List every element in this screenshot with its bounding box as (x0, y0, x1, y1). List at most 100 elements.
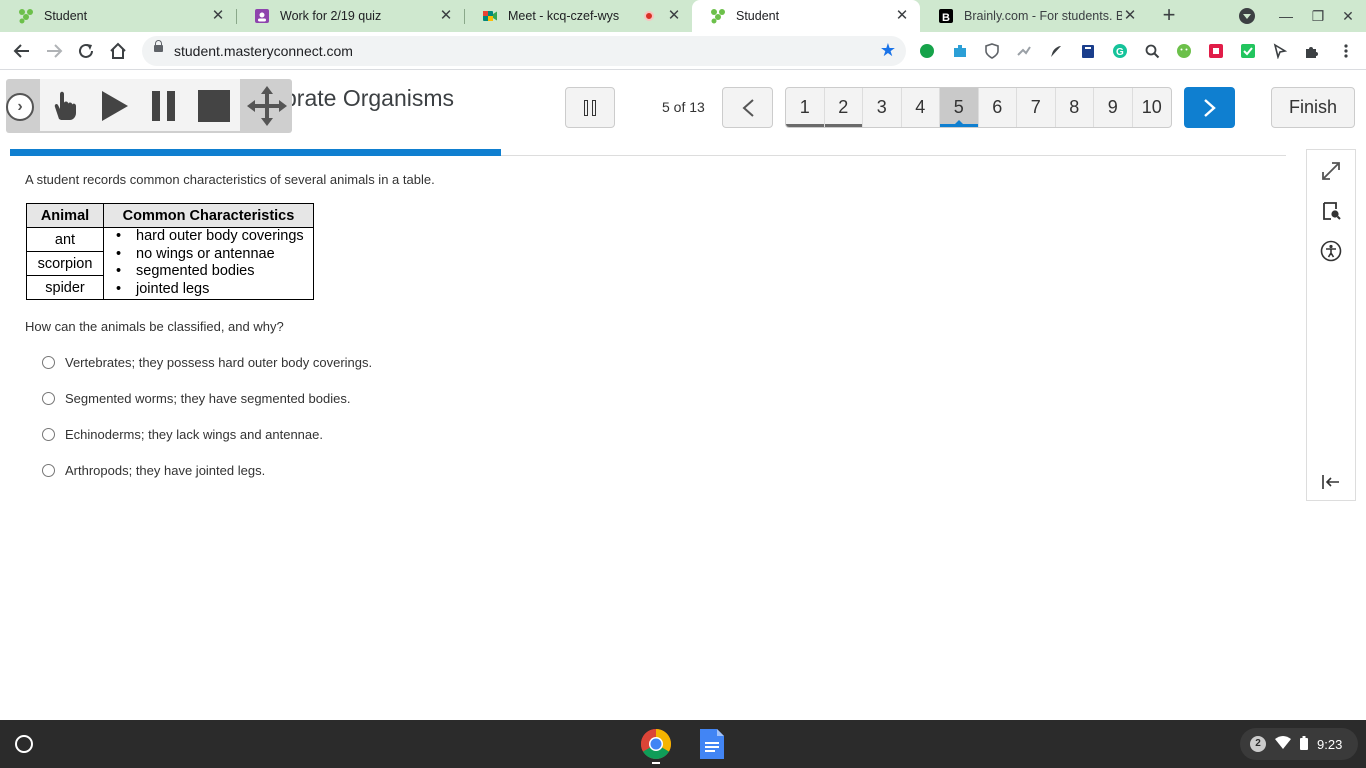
minimize-icon[interactable]: — (1276, 6, 1296, 26)
green-circle-extension-icon[interactable] (918, 42, 936, 60)
cursor-extension-icon[interactable] (1271, 42, 1289, 60)
fullscreen-expand-icon[interactable] (1319, 159, 1343, 183)
expand-chevron-icon[interactable]: › (6, 93, 34, 121)
answer-option-c[interactable]: Echinoderms; they lack wings and antenna… (42, 424, 323, 444)
tab-title: Student (736, 9, 780, 23)
tab-student-1[interactable]: Student ✕ (0, 0, 236, 32)
question-number-7[interactable]: 7 (1017, 88, 1056, 127)
quiz-page: brate Organisms › 5 of 13 1 2 3 4 5 6 7 8 9 10 (0, 71, 1366, 720)
url-text: student.masteryconnect.com (174, 43, 353, 59)
move-arrows-icon[interactable] (244, 83, 290, 129)
close-icon[interactable]: ✕ (894, 8, 910, 24)
battery-icon (1300, 735, 1308, 753)
question-progress-text: 5 of 13 (662, 99, 705, 115)
question-number-4[interactable]: 4 (902, 88, 940, 127)
magnifier-extension-icon[interactable] (1143, 42, 1161, 60)
new-tab-button[interactable]: + (1158, 4, 1180, 27)
masteryconnect-icon (710, 8, 726, 24)
question-number-3[interactable]: 3 (863, 88, 902, 127)
tab-work-quiz[interactable]: Work for 2/19 quiz ✕ (236, 0, 464, 32)
radio-button[interactable] (42, 427, 55, 441)
feather-extension-icon[interactable] (1047, 42, 1065, 60)
launcher-icon[interactable] (15, 735, 33, 753)
tab-student-active[interactable]: Student ✕ (692, 0, 920, 32)
svg-text:B: B (942, 12, 950, 24)
close-icon[interactable]: ✕ (1122, 8, 1138, 24)
characteristics-table: Animal Common Characteristics ant hard o… (26, 203, 314, 300)
forward-icon[interactable] (42, 39, 66, 63)
magnifier-tool-icon[interactable] (1319, 199, 1343, 223)
close-window-icon[interactable]: ✕ (1338, 6, 1358, 26)
back-icon[interactable] (10, 39, 34, 63)
link-extension-icon[interactable] (1015, 42, 1033, 60)
menu-kebab-icon[interactable] (1337, 42, 1355, 60)
tools-side-panel (1306, 149, 1356, 501)
red-bookmark-extension-icon[interactable] (1207, 42, 1225, 60)
next-question-button[interactable] (1184, 87, 1235, 128)
tab-search-icon[interactable] (1239, 8, 1255, 24)
home-icon[interactable] (106, 39, 130, 63)
wifi-icon (1275, 735, 1291, 753)
checklist-extension-icon[interactable] (1239, 42, 1257, 60)
shield-extension-icon[interactable] (983, 42, 1001, 60)
tab-title: Student (44, 9, 88, 23)
option-text: Arthropods; they have jointed legs. (65, 462, 266, 478)
characteristic-item: jointed legs (112, 281, 309, 299)
system-tray[interactable]: 2 9:23 (1240, 728, 1358, 760)
characteristics-cell: hard outer body coverings no wings or an… (103, 227, 314, 300)
play-icon[interactable] (94, 87, 134, 125)
table-header-animal: Animal (26, 203, 104, 228)
question-number-5[interactable]: 5 (940, 88, 979, 127)
question-stem: A student records common characteristics… (25, 172, 435, 187)
pause-quiz-button[interactable] (565, 87, 615, 128)
previous-question-button[interactable] (722, 87, 773, 128)
recording-icon (644, 11, 654, 21)
question-number-10[interactable]: 10 (1133, 88, 1172, 127)
close-icon[interactable]: ✕ (210, 8, 226, 24)
option-text: Vertebrates; they possess hard outer bod… (65, 354, 373, 370)
point-hand-icon[interactable] (44, 87, 84, 125)
book-extension-icon[interactable] (1079, 42, 1097, 60)
masteryconnect-icon (18, 8, 34, 24)
bookmark-star-icon[interactable]: ★ (880, 41, 896, 59)
question-number-8[interactable]: 8 (1056, 88, 1094, 127)
stop-icon[interactable] (194, 87, 234, 125)
question-number-9[interactable]: 9 (1094, 88, 1133, 127)
chrome-icon[interactable] (640, 728, 672, 764)
accessibility-icon[interactable] (1319, 239, 1343, 263)
close-icon[interactable]: ✕ (666, 8, 682, 24)
tab-title: Work for 2/19 quiz (280, 9, 382, 23)
question-number-6[interactable]: 6 (979, 88, 1017, 127)
meet-icon (482, 8, 498, 24)
address-bar[interactable]: student.masteryconnect.com ★ (142, 36, 906, 66)
close-icon[interactable]: ✕ (438, 8, 454, 24)
radio-button[interactable] (42, 391, 55, 405)
characteristic-item: no wings or antennae (112, 246, 309, 264)
collapse-panel-icon[interactable] (1319, 470, 1343, 494)
question-number-2[interactable]: 2 (824, 88, 863, 127)
smiley-extension-icon[interactable] (1175, 42, 1193, 60)
finish-button[interactable]: Finish (1271, 87, 1355, 128)
animal-cell: ant (26, 227, 104, 252)
characteristic-item: segmented bodies (112, 263, 309, 281)
answer-option-d[interactable]: Arthropods; they have jointed legs. (42, 460, 265, 480)
lock-icon (154, 40, 163, 52)
grammarly-icon[interactable]: G (1111, 42, 1129, 60)
answer-option-a[interactable]: Vertebrates; they possess hard outer bod… (42, 352, 372, 372)
radio-button[interactable] (42, 355, 55, 369)
tab-brainly[interactable]: B Brainly.com - For students. By ✕ (920, 0, 1148, 32)
extensions-puzzle-icon[interactable] (1303, 42, 1321, 60)
radio-button[interactable] (42, 463, 55, 477)
answer-option-b[interactable]: Segmented worms; they have segmented bod… (42, 388, 350, 408)
notification-count-badge: 2 (1250, 736, 1266, 752)
tab-meet[interactable]: Meet - kcq-czef-wys ✕ (464, 0, 692, 32)
question-number-nav: 1 2 3 4 5 6 7 8 9 10 (785, 87, 1172, 128)
svg-text:G: G (1116, 47, 1124, 58)
puzzle-blue-extension-icon[interactable] (951, 42, 969, 60)
reload-icon[interactable] (74, 39, 98, 63)
restore-icon[interactable]: ❐ (1308, 6, 1328, 26)
pause-icon[interactable] (144, 87, 184, 125)
google-docs-icon[interactable] (698, 728, 730, 760)
question-number-1[interactable]: 1 (786, 88, 825, 127)
classroom-icon (254, 8, 270, 24)
